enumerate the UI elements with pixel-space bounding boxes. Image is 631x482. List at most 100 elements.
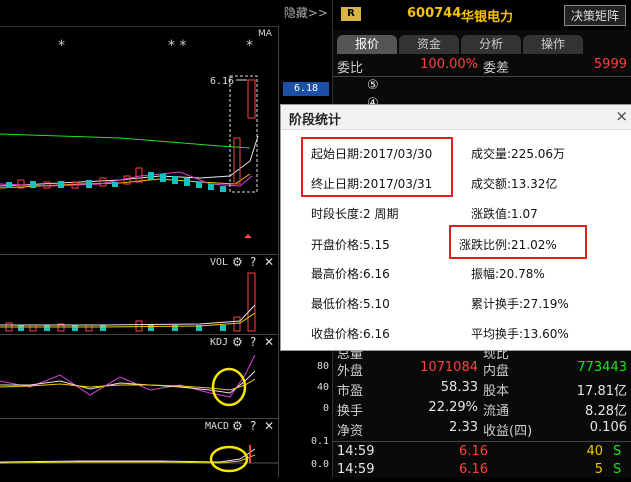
stock-name: 华银电力 bbox=[461, 10, 514, 25]
row-label: 外盘 bbox=[337, 364, 364, 379]
row-value: 8.28亿 bbox=[585, 404, 627, 419]
weibi-label: 委比 bbox=[337, 61, 364, 76]
weibi-row: 委比 100.00% 委差 5999 bbox=[333, 57, 631, 77]
dialog-title: 阶段统计 bbox=[289, 113, 342, 128]
period-length: 时段长度:2 周期 bbox=[311, 207, 399, 221]
row-label: 股本 bbox=[483, 384, 510, 399]
star-mark: * bbox=[246, 38, 253, 54]
row-value: 773443 bbox=[577, 360, 627, 375]
tab-funds[interactable]: 资金 bbox=[399, 35, 459, 54]
change-value: 涨跌值:1.07 bbox=[471, 207, 538, 221]
tab-analysis[interactable]: 分析 bbox=[461, 35, 521, 54]
pe-capital-row: 市盈 58.33 股本 17.81亿 bbox=[333, 380, 631, 400]
stock-header: R 600744 华银电力 决策矩阵 bbox=[333, 0, 631, 30]
r-badge: R bbox=[341, 7, 361, 21]
kline-svg: * * * * MA 6.16 bbox=[0, 29, 273, 238]
macd-axis-00: 0.0 bbox=[310, 459, 329, 470]
start-date: 起始日期:2017/03/30 bbox=[311, 147, 433, 161]
quote-tabs: 报价 资金 分析 操作 bbox=[333, 35, 631, 55]
row-value: 2.33 bbox=[449, 420, 478, 435]
row-value: 58.33 bbox=[440, 380, 478, 395]
divider bbox=[333, 441, 631, 442]
cumulative-turnover: 累计换手:27.19% bbox=[471, 297, 569, 311]
row-label: 换手 bbox=[337, 404, 364, 419]
macd-settings-icon[interactable]: ⚙ bbox=[232, 419, 243, 433]
low-price: 最低价格:5.10 bbox=[311, 297, 390, 311]
kdj-title: KDJ bbox=[210, 337, 229, 348]
star-mark: * bbox=[58, 38, 65, 54]
row-label: 内盘 bbox=[483, 364, 510, 379]
period-stats-dialog: 阶段统计 × 起始日期:2017/03/30 终止日期:2017/03/31 时… bbox=[280, 104, 631, 351]
vol-help-icon[interactable]: ? bbox=[250, 255, 256, 269]
macd-title: MACD bbox=[205, 421, 230, 432]
row-value: 1071084 bbox=[420, 360, 478, 375]
tick-time: 14:59 bbox=[337, 444, 375, 459]
kdj-settings-icon[interactable]: ⚙ bbox=[232, 335, 243, 349]
volume: 成交量:225.06万 bbox=[471, 147, 566, 161]
ma-label: MA bbox=[258, 29, 273, 39]
tick-volume: 5 bbox=[594, 462, 603, 477]
weibi-value: 100.00% bbox=[420, 57, 478, 72]
macd-pane[interactable]: MACD ⚙ ? ✕ bbox=[0, 418, 278, 478]
outer-inner-row: 外盘 1071084 内盘 773443 bbox=[333, 360, 631, 380]
kdj-axis-40: 40 bbox=[316, 382, 329, 393]
weicha-value: 5999 bbox=[593, 57, 627, 72]
tick-row: 14:59 6.16 5 S bbox=[333, 462, 631, 482]
volume-pane[interactable]: VOL ⚙ ? ✕ bbox=[0, 254, 278, 335]
tick-side: S bbox=[613, 444, 622, 459]
tab-quote[interactable]: 报价 bbox=[337, 35, 397, 54]
row-label: 流通 bbox=[483, 404, 510, 419]
tick-volume: 40 bbox=[586, 444, 603, 459]
kdj-axis-0: 0 bbox=[322, 403, 329, 414]
amplitude: 振幅:20.78% bbox=[471, 267, 545, 281]
average-turnover: 平均换手:13.60% bbox=[471, 327, 569, 341]
close-icon[interactable]: × bbox=[615, 107, 628, 125]
tick-price: 6.16 bbox=[459, 462, 488, 477]
macd-close-icon[interactable]: ✕ bbox=[264, 419, 274, 433]
kdj-pane[interactable]: KDJ ⚙ ? ✕ bbox=[0, 334, 278, 419]
change-pct: 涨跌比例:21.02% bbox=[459, 238, 557, 252]
current-price-box: 6.18 bbox=[283, 82, 329, 96]
kdj-axis-80: 80 bbox=[316, 361, 329, 372]
netasset-eps-row: 净资 2.33 收益(四) 0.106 bbox=[333, 420, 631, 440]
row-label: 收益(四) bbox=[483, 424, 533, 439]
row-value: 0.106 bbox=[589, 420, 627, 435]
macd-help-icon[interactable]: ? bbox=[250, 419, 256, 433]
tick-side: S bbox=[613, 462, 622, 477]
row-label: 市盈 bbox=[337, 384, 364, 399]
vol-settings-icon[interactable]: ⚙ bbox=[232, 255, 243, 269]
weicha-label: 委差 bbox=[483, 61, 510, 76]
kdj-help-icon[interactable]: ? bbox=[250, 335, 256, 349]
row-value: 17.81亿 bbox=[576, 384, 627, 399]
vol-title: VOL bbox=[210, 257, 229, 268]
turnover-float-row: 换手 22.29% 流通 8.28亿 bbox=[333, 400, 631, 420]
open-price: 开盘价格:5.15 bbox=[311, 238, 390, 252]
divider bbox=[333, 76, 631, 77]
ma-line-green bbox=[0, 133, 251, 149]
vol-close-icon[interactable]: ✕ bbox=[264, 255, 274, 269]
dialog-titlebar[interactable]: 阶段统计 × bbox=[281, 105, 631, 130]
candles bbox=[6, 79, 256, 192]
tick-row: 14:59 6.16 40 S bbox=[333, 444, 631, 464]
hide-panel-button[interactable]: 隐藏>> bbox=[284, 4, 328, 21]
high-price: 最高价格:6.16 bbox=[311, 267, 390, 281]
kline-chart[interactable]: * * * * MA 6.16 bbox=[0, 26, 278, 254]
stock-code: 600744 bbox=[407, 6, 462, 21]
decision-matrix-button[interactable]: 决策矩阵 bbox=[563, 5, 626, 26]
tab-operation[interactable]: 操作 bbox=[523, 35, 583, 54]
kdj-close-icon[interactable]: ✕ bbox=[264, 335, 274, 349]
chart-toolbar: 隐藏>> bbox=[0, 0, 330, 27]
close-price: 收盘价格:6.16 bbox=[311, 327, 390, 341]
sell-level-5: ⑤ bbox=[367, 78, 379, 93]
high-price-tag: 6.16 bbox=[210, 76, 234, 87]
tick-price: 6.16 bbox=[459, 444, 488, 459]
highlight-circle bbox=[209, 445, 249, 473]
tick-time: 14:59 bbox=[337, 462, 375, 477]
row-label: 净资 bbox=[337, 424, 364, 439]
row-value: 22.29% bbox=[428, 400, 478, 415]
end-date: 终止日期:2017/03/31 bbox=[311, 177, 433, 191]
star-mark: * * bbox=[168, 38, 186, 54]
macd-axis-01: 0.1 bbox=[310, 436, 329, 447]
marker-triangle bbox=[244, 234, 252, 238]
amount: 成交额:13.32亿 bbox=[471, 177, 558, 191]
